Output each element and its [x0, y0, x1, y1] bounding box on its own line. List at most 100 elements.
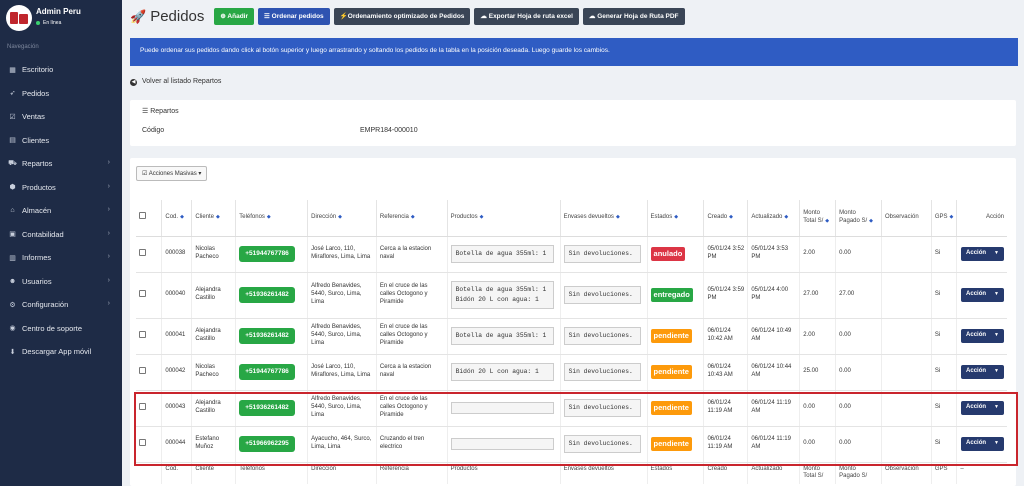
products-field[interactable]: Botella de agua 355ml: 1 — [450, 326, 554, 346]
avatar — [6, 5, 32, 31]
table-row[interactable]: 000038 Nicolas Pacheco +51944767786 José… — [136, 236, 1007, 273]
action-dropdown-button[interactable]: Acción ▼ — [961, 247, 1004, 261]
returns-field[interactable]: Sin devoluciones. — [563, 326, 641, 346]
action-dropdown-button[interactable]: Acción ▼ — [961, 288, 1004, 302]
col-cliente[interactable]: Cliente ◆ — [191, 200, 237, 237]
list-icon: ☰ — [264, 12, 272, 20]
sort-icon: ◆ — [784, 213, 789, 220]
sidebar-item-repartos[interactable]: ⛟ Repartos › — [0, 152, 122, 176]
add-button[interactable]: ⊕ Añadir — [214, 7, 255, 25]
sidebar-item-escritorio[interactable]: ▦ Escritorio — [0, 58, 122, 82]
sidebar-item-soporte[interactable]: ◉ Centro de soporte — [0, 317, 122, 341]
cell-direccion: Alfredo Benavides, 5440, Surco, Lima, Li… — [307, 272, 377, 319]
cell-cod: 000042 — [161, 354, 193, 391]
col-monto[interactable]: Monto Total S/◆ — [799, 200, 837, 237]
cell-observacion — [881, 236, 932, 273]
products-field[interactable]: Bidón 20 L con agua: 1 — [450, 362, 554, 382]
cell-telefono: +51936261482 — [235, 318, 309, 355]
col-direccion[interactable]: Dirección ◆ — [307, 200, 377, 237]
help-icon: ◉ — [9, 325, 16, 333]
cell-pagado: 0.00 — [835, 318, 882, 355]
cell-gps: Si — [931, 236, 958, 273]
col-estados[interactable]: Estados ◆ — [647, 200, 705, 237]
bolt-icon: ⚡ — [339, 12, 348, 20]
optimized-order-button[interactable]: ⚡Ordenamiento optimizado de Pedidos — [333, 7, 471, 25]
cell-creado: 05/01/24 3:52 PM — [703, 236, 749, 273]
caret-down-icon: ▼ — [994, 332, 999, 339]
action-dropdown-button[interactable]: Acción ▼ — [961, 365, 1004, 379]
select-all-checkbox[interactable] — [139, 212, 146, 220]
sidebar-item-usuarios[interactable]: ☻ Usuarios › — [0, 270, 122, 294]
cell-gps: Si — [931, 354, 958, 391]
action-dropdown-button[interactable]: Acción ▼ — [961, 329, 1004, 343]
row-checkbox[interactable] — [139, 248, 146, 256]
returns-field[interactable]: Sin devoluciones. — [563, 285, 641, 305]
caret-down-icon: ▼ — [994, 368, 999, 375]
sidebar-item-informes[interactable]: ▥ Informes › — [0, 246, 122, 270]
col-accion: Acción — [956, 200, 1007, 237]
generate-pdf-button[interactable]: ☁ Generar Hoja de Ruta PDF — [582, 7, 685, 25]
cell-gps: Si — [931, 272, 958, 319]
phone-button[interactable]: +51944767786 — [239, 245, 295, 263]
bars-icon: ☰ — [142, 108, 151, 115]
cell-cliente: Nicolas Pacheco — [191, 354, 237, 391]
cell-cliente: Nicolas Pacheco — [191, 236, 237, 273]
order-orders-button[interactable]: ☰ Ordenar pedidos — [258, 7, 330, 25]
phone-button[interactable]: +51936261482 — [239, 286, 295, 304]
info-alert: Puede ordenar sus pedidos dando click al… — [130, 38, 1018, 66]
table-row[interactable]: 000041 Alejandra Castillo +51936261482 A… — [136, 318, 1007, 355]
col-telefonos[interactable]: Teléfonos ◆ — [235, 200, 309, 237]
arrow-left-icon: ◀ — [130, 79, 137, 86]
sidebar-item-configuracion[interactable]: ⚙ Configuración › — [0, 293, 122, 317]
sort-icon: ◆ — [338, 213, 343, 220]
cell-creado: 06/01/24 10:42 AM — [703, 318, 749, 355]
sort-icon: ◆ — [479, 213, 484, 220]
user-profile[interactable]: Admin Peru En línea — [0, 0, 122, 36]
back-link[interactable]: ◀ Volver al listado Repartos — [130, 78, 221, 86]
returns-field[interactable]: Sin devoluciones. — [563, 362, 641, 382]
col-actualizado[interactable]: Actualizado ◆ — [747, 200, 801, 237]
cell-monto: 25.00 — [799, 354, 837, 391]
returns-field[interactable]: Sin devoluciones. — [563, 244, 641, 264]
sidebar-item-pedidos[interactable]: ➶ Pedidos — [0, 82, 122, 106]
sidebar-item-almacen[interactable]: ⌂ Almacén › — [0, 199, 122, 223]
col-creado[interactable]: Creado ◆ — [703, 200, 749, 237]
download-icon: ⬇ — [9, 348, 16, 356]
users-icon: ☻ — [8, 277, 17, 285]
sort-icon: ◆ — [825, 217, 830, 224]
export-excel-button[interactable]: ☁ Exportar Hoja de ruta excel — [474, 7, 579, 25]
cell-estado: anulado — [647, 236, 705, 273]
cell-actualizado: 05/01/24 3:53 PM — [747, 236, 801, 273]
cell-accion: Acción ▼ — [956, 236, 1007, 273]
sidebar-item-descargar[interactable]: ⬇ Descargar App móvil — [0, 340, 122, 364]
cell-envases: Sin devoluciones. — [560, 236, 648, 273]
truck-icon: ⛟ — [8, 160, 17, 168]
col-productos[interactable]: Productos ◆ — [447, 200, 561, 237]
phone-button[interactable]: +51944767786 — [239, 363, 295, 381]
table-row[interactable]: 000040 Alejandra Castillo +51936261482 A… — [136, 272, 1007, 319]
col-cod[interactable]: Cod. ◆ — [161, 200, 193, 237]
sidebar-item-ventas[interactable]: ☑ Ventas — [0, 105, 122, 129]
row-checkbox[interactable] — [139, 366, 146, 374]
col-referencia[interactable]: Referencia ◆ — [376, 200, 448, 237]
repartos-card: ☰ Repartos Código EMPR184-000010 — [130, 100, 1016, 146]
sidebar-item-contabilidad[interactable]: ▣ Contabilidad › — [0, 223, 122, 247]
products-field[interactable]: Botella de agua 355ml: 1 — [450, 244, 554, 264]
row-checkbox[interactable] — [139, 330, 146, 338]
cell-estado: entregado — [647, 272, 705, 319]
sidebar-item-clientes[interactable]: ▤ Clientes — [0, 129, 122, 153]
cell-monto: 2.00 — [799, 236, 837, 273]
phone-button[interactable]: +51936261482 — [239, 327, 295, 345]
col-envases[interactable]: Envases devueltos ◆ — [560, 200, 648, 237]
table-row[interactable]: 000042 Nicolas Pacheco +51944767786 José… — [136, 354, 1007, 391]
cell-productos: Botella de agua 355ml: 1 Bidón 20 L con a… — [447, 272, 561, 319]
col-pagado[interactable]: Monto Pagado S/◆ — [835, 200, 882, 237]
cloud-icon: ☁ — [588, 12, 598, 20]
row-checkbox[interactable] — [139, 289, 146, 297]
bulk-actions-dropdown[interactable]: ☑ Acciones Masivas ▾ — [136, 166, 208, 181]
row-select-cell — [136, 318, 163, 355]
col-gps[interactable]: GPS ◆ — [931, 200, 958, 237]
sidebar-item-productos[interactable]: ⬢ Productos › — [0, 176, 122, 200]
row-select-cell — [136, 272, 163, 319]
products-field[interactable]: Botella de agua 355ml: 1 Bidón 20 L con a… — [450, 280, 554, 310]
